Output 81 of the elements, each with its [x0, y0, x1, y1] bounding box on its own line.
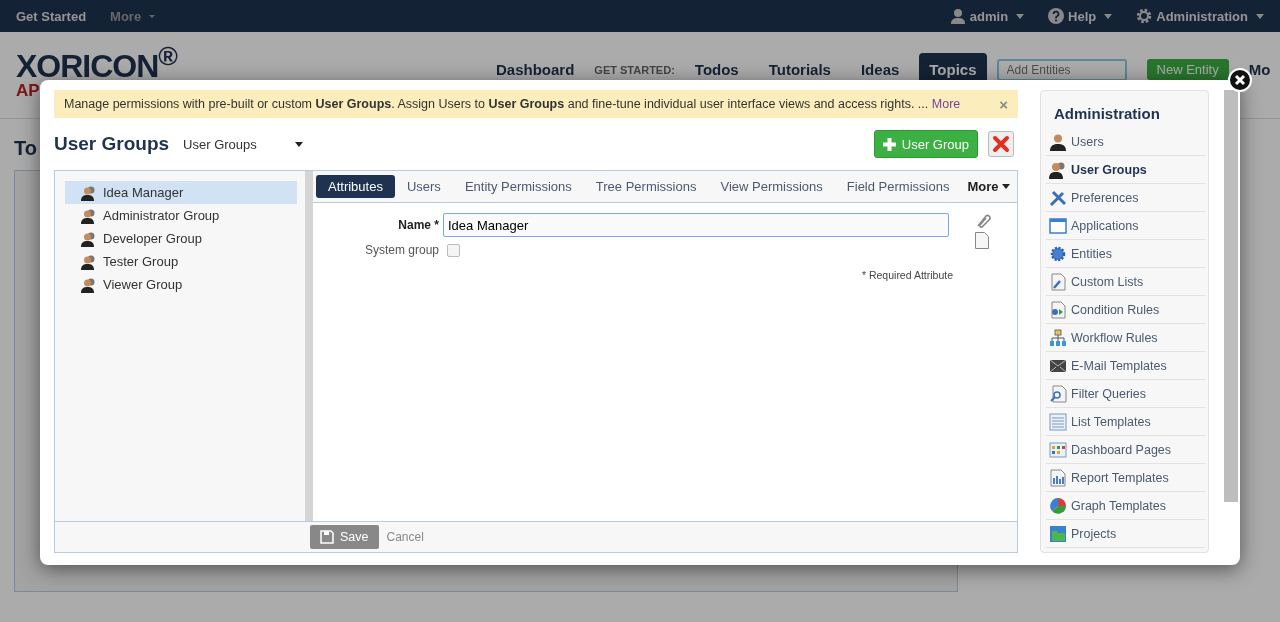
folder-icon [1049, 524, 1067, 543]
hierarchy-icon [1049, 328, 1067, 347]
bar-chart-icon [1049, 468, 1067, 487]
sidebar-item[interactable]: Projects [1046, 520, 1205, 548]
sidebar-item[interactable]: Applications [1046, 212, 1205, 240]
caret-icon [1016, 13, 1025, 19]
sidebar-item[interactable]: User Groups [1046, 156, 1205, 184]
dashboard-icon [1049, 440, 1067, 459]
save-button[interactable]: Save [310, 525, 379, 549]
sidebar-item[interactable]: E-Mail Templates [1046, 352, 1205, 380]
banner-text: Manage permissions with pre-built or custom User Groups. Assign Users to User Groups and fine-tune individual user interface views and access rights. ... More [64, 97, 961, 111]
sidebar-item[interactable]: List Templates [1046, 408, 1205, 436]
sidebar-item[interactable]: Entities [1046, 240, 1205, 268]
logo-text: XORICON$^{®}$ [16, 40, 177, 82]
sidebar-item[interactable]: Filter Queries [1046, 380, 1205, 408]
tab[interactable]: Users [394, 175, 453, 198]
sidebar-item[interactable]: Workflow Rules [1046, 324, 1205, 352]
field-label: Name * [397, 218, 439, 232]
get-started-label: GET STARTED: [594, 63, 675, 76]
tab[interactable]: Attributes [316, 175, 395, 198]
tab[interactable]: Entity Permissions [452, 175, 584, 198]
more-tabs-menu[interactable]: More [961, 175, 1017, 198]
sidebar-item[interactable]: Preferences [1046, 184, 1205, 212]
top-bar-menu[interactable]: admin [949, 8, 1025, 24]
user-icon [1049, 132, 1067, 151]
rule-icon [1049, 300, 1067, 319]
sidebar-item[interactable]: Graph Templates [1046, 492, 1205, 520]
top-bar-menu[interactable]: Administration [1136, 8, 1264, 24]
caret-icon [1104, 13, 1113, 19]
user-group-icon [81, 276, 97, 293]
plus-icon [882, 137, 896, 151]
user-group-icon [81, 207, 97, 224]
logo-subtext: AP [16, 81, 40, 99]
group-list-item[interactable]: Idea Manager [65, 181, 297, 204]
tab[interactable]: Field Permissions [834, 175, 962, 198]
group-list-item[interactable]: Developer Group [65, 227, 297, 250]
window-icon [1049, 216, 1067, 235]
user-icon [949, 8, 966, 24]
caret-icon [1002, 184, 1011, 189]
sidebar-item[interactable]: Users [1046, 128, 1205, 156]
tab[interactable]: Tree Permissions [583, 175, 709, 198]
group-list-item[interactable]: Tester Group [65, 250, 297, 273]
sidebar-item[interactable]: Custom Lists [1046, 268, 1205, 296]
dialog-title: User Groups [54, 133, 170, 155]
splitter-handle[interactable] [305, 171, 313, 521]
search-field[interactable]: Add Entities [996, 58, 1127, 81]
user-group-icon [1049, 160, 1067, 179]
delete-button[interactable] [988, 131, 1014, 157]
user-group-icon [81, 253, 97, 270]
group-list-item[interactable]: Viewer Group [65, 273, 297, 296]
required-note: * Required Attribute [861, 269, 953, 281]
top-bar-menu[interactable]: Help [1048, 8, 1113, 24]
user-group-icon [81, 184, 97, 201]
paperclip-icon[interactable] [975, 213, 991, 229]
name-input[interactable]: Idea Manager [443, 213, 949, 237]
field-label: System group [363, 243, 439, 257]
settings-icon [1136, 8, 1153, 24]
top-bar-link[interactable]: Get Started [16, 8, 87, 24]
group-selector[interactable]: User Groups [183, 132, 303, 156]
sidebar-item[interactable]: Condition Rules [1046, 296, 1205, 324]
page-title: To [14, 137, 37, 160]
help-icon [1048, 8, 1065, 24]
user-group-icon [81, 230, 97, 247]
sidebar-title: Administration [1053, 104, 1161, 124]
list-icon [1049, 412, 1067, 431]
cog-icon [1049, 244, 1067, 263]
scrollbar[interactable] [1224, 90, 1238, 502]
sidebar-item[interactable]: Dashboard Pages [1046, 436, 1205, 464]
nav-menu[interactable]: Mo [1248, 61, 1271, 78]
pie-chart-icon [1049, 496, 1067, 515]
caret-icon [149, 14, 156, 18]
magnifier-page-icon [1049, 384, 1067, 403]
caret-icon [1256, 13, 1264, 19]
close-icon [992, 135, 1010, 153]
tab[interactable]: View Permissions [708, 175, 835, 198]
group-list-item[interactable]: Administrator Group [65, 204, 297, 227]
system-group-checkbox[interactable] [447, 243, 460, 257]
more-link[interactable]: More [931, 97, 961, 111]
caret-icon [294, 141, 303, 147]
sidebar-item[interactable]: Report Templates [1046, 464, 1205, 492]
document-icon[interactable] [975, 232, 989, 249]
